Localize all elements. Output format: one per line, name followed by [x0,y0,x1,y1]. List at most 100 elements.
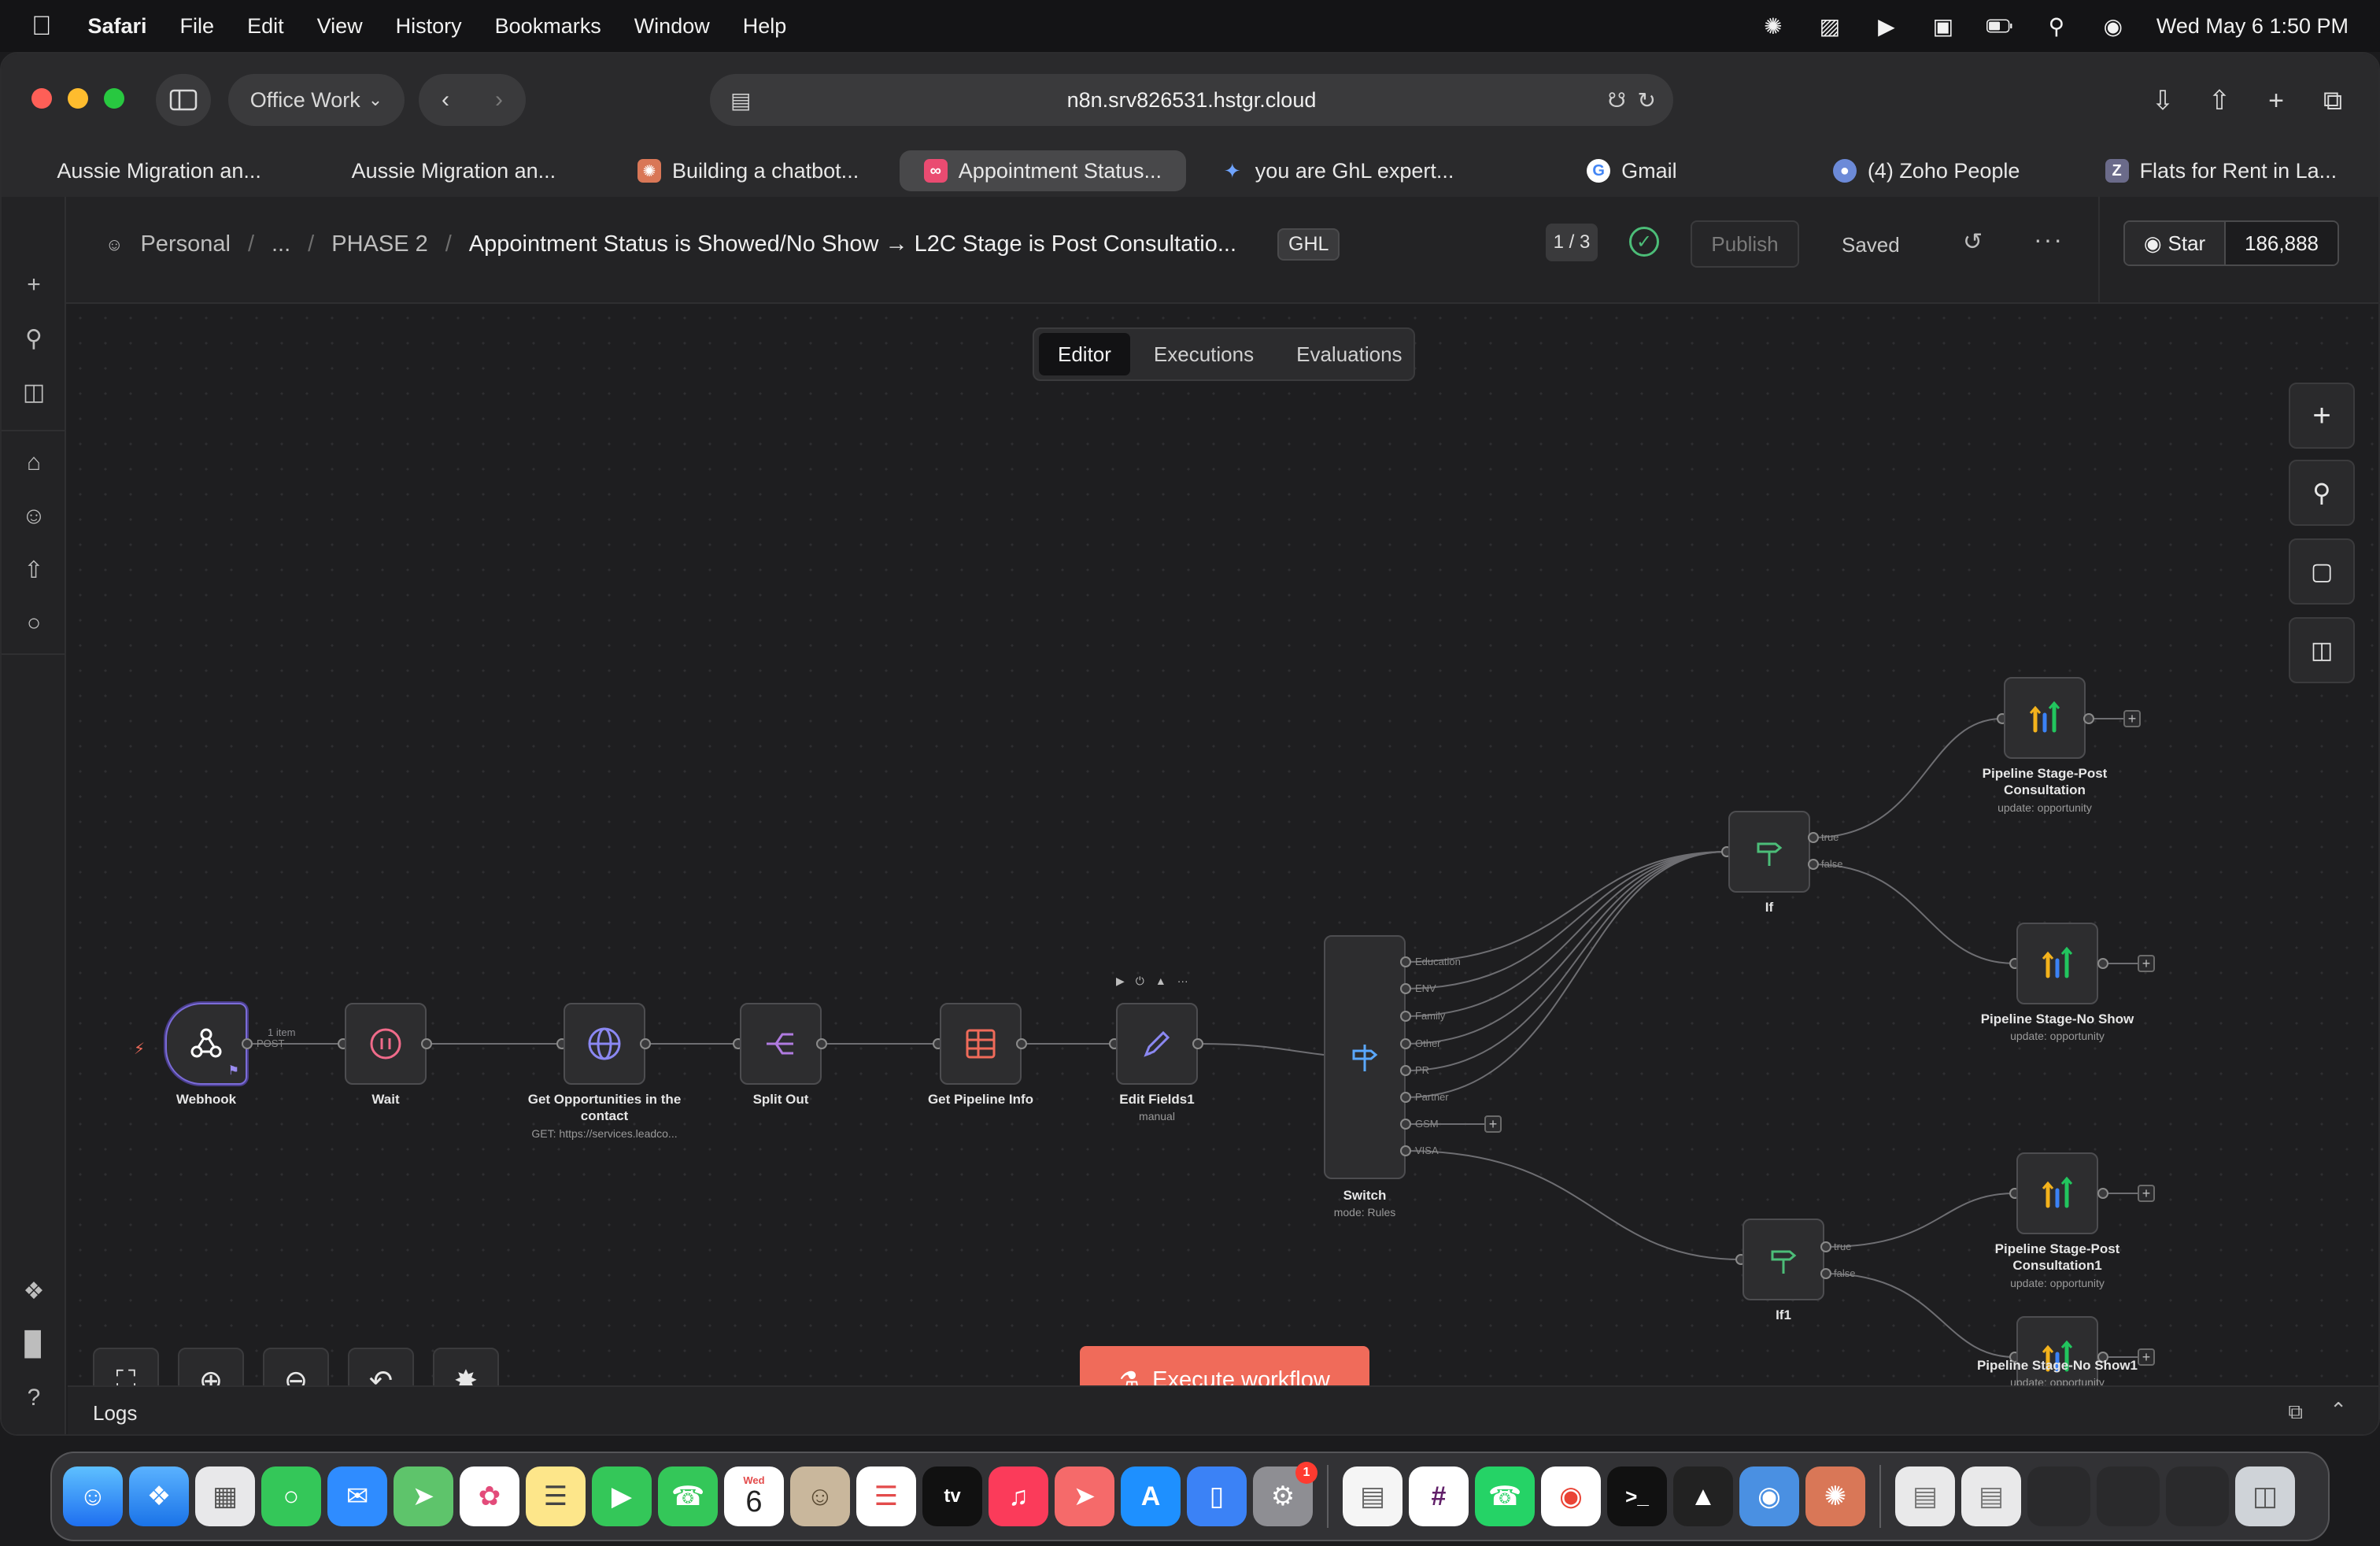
chat-icon[interactable]: ○ [18,608,50,639]
panel-toggle-icon[interactable]: ◫ [2289,617,2355,683]
run-node-icon[interactable]: ▶ [1116,975,1125,988]
claude-icon[interactable]: ✺ [1805,1466,1865,1526]
tab-executions[interactable]: Executions [1135,333,1273,375]
phone-icon[interactable]: ☎ [658,1466,718,1526]
reload-icon[interactable]: ↻ [1638,87,1656,113]
system-settings-icon[interactable]: ⚙ 1 [1253,1462,1318,1526]
switch-output-env[interactable] [1400,983,1411,994]
close-window-button[interactable] [31,88,52,109]
version-indicator[interactable]: 1 / 3 [1546,224,1598,261]
app-store-icon[interactable]: A [1121,1466,1181,1526]
browser-tab[interactable]: Aussie Migration an... [310,150,597,191]
url-text[interactable]: n8n.srv826531.hstgr.cloud [1067,88,1317,113]
terminal-icon[interactable]: >_ [1607,1466,1667,1526]
spark-icon[interactable]: ✺ [1760,13,1787,39]
chrome-icon[interactable]: ◉ [1541,1466,1601,1526]
collapse-sidebar-icon[interactable]: ◫ [18,376,50,408]
new-tab-icon[interactable]: + [2260,85,2292,117]
translate-icon[interactable]: ☋ [1608,88,1626,113]
contacts-icon[interactable]: ☺ [790,1466,850,1526]
add-node-plus-icon[interactable]: + [2138,1185,2155,1202]
if1-node[interactable] [1743,1219,1824,1300]
sticky-note-icon[interactable]: ▢ [2289,538,2355,605]
finder-icon[interactable]: ☺ [63,1466,123,1526]
sidebar-toggle-icon[interactable] [156,74,211,126]
textedit-icon[interactable]: ▤ [1343,1466,1402,1526]
browser-tab-active[interactable]: ∞ Appointment Status... [899,150,1186,191]
webhook-node[interactable]: ⚑ [165,1003,247,1085]
maps-icon[interactable]: ➤ [394,1466,453,1526]
add-icon[interactable]: + [18,269,50,301]
minimize-window-button[interactable] [68,88,88,109]
tab-evaluations[interactable]: Evaluations [1277,333,1421,375]
browser-tab[interactable]: G Gmail [1488,150,1775,191]
export-icon[interactable]: ⇧ [18,554,50,586]
menu-edit[interactable]: Edit [247,14,284,39]
workflow-tag[interactable]: GHL [1277,228,1340,261]
switch-output-education[interactable] [1400,956,1411,967]
browser-tab[interactable]: ✦ you are GhL expert... [1194,150,1480,191]
wait-output-port[interactable] [421,1038,432,1049]
help-icon[interactable]: ? [18,1382,50,1414]
tab-overview-icon[interactable]: ⧉ [2317,85,2349,117]
edit-fields-node[interactable] [1116,1003,1198,1085]
mail-icon[interactable]: ✉ [327,1466,387,1526]
home-icon[interactable]: ⌂ [18,447,50,479]
window-thumbnail[interactable] [2027,1466,2090,1526]
workflow-title[interactable]: Appointment Status is Showed/No Show → L… [469,231,1236,257]
whatsapp-icon[interactable]: ☎ [1475,1466,1535,1526]
messages-icon[interactable]: ○ [261,1466,321,1526]
search-icon[interactable]: ⚲ [18,323,50,354]
spotlight-search-icon[interactable]: ⚲ [2043,13,2070,39]
bot-icon[interactable]: ◉ [1739,1466,1799,1526]
menu-bookmarks[interactable]: Bookmarks [495,14,601,39]
screen-share-icon[interactable]: ▣ [1930,13,1957,39]
switch-output-pr[interactable] [1400,1065,1411,1076]
launchpad-icon[interactable]: ▦ [195,1466,255,1526]
splitout-output-port[interactable] [816,1038,827,1049]
apple-tv-icon[interactable]: tv [922,1466,982,1526]
slack-icon[interactable]: # [1409,1466,1469,1526]
window-thumbnail[interactable] [2166,1466,2229,1526]
cursor-icon[interactable]: ▲ [1673,1466,1733,1526]
browser-tab[interactable]: ● (4) Zoho People [1783,150,2070,191]
downloads-icon[interactable]: ⇩ [2147,85,2179,117]
breadcrumb-folder[interactable]: PHASE 2 [331,231,428,257]
window-thumbnail[interactable] [2097,1466,2160,1526]
control-center-icon[interactable]: ◉ [2100,13,2127,39]
templates-icon[interactable]: ❖ [18,1275,50,1307]
photos-icon[interactable]: ✿ [460,1466,519,1526]
switch-output-family[interactable] [1400,1011,1411,1022]
add-node-plus-icon[interactable]: + [2138,955,2155,972]
downloads-stack-icon[interactable]: ▤ [1961,1466,2021,1526]
menubar-clock[interactable]: Wed May 6 1:50 PM [2156,14,2349,39]
p3-output-port[interactable] [2097,1188,2108,1199]
if-node[interactable] [1728,811,1810,893]
publish-button[interactable]: Publish [1691,220,1799,268]
more-options-icon[interactable]: ··· [2034,225,2064,254]
battery-icon[interactable] [1986,13,2013,39]
pipeline-output-port[interactable] [1016,1038,1027,1049]
webhook-output-port[interactable] [242,1038,253,1049]
insights-icon[interactable]: ▉ [18,1329,50,1360]
menu-help[interactable]: Help [743,14,787,39]
pipeline-stage-no-show-node[interactable] [2016,923,2098,1004]
github-star-count[interactable]: 186,888 [2226,222,2338,264]
back-icon[interactable]: ‹ [442,87,449,113]
add-node-button[interactable]: + [2289,383,2355,449]
facetime-icon[interactable]: ▶ [592,1466,652,1526]
browser-tab[interactable]: Z Flats for Rent in La... [2078,150,2364,191]
reminders-icon[interactable]: ☰ [856,1466,916,1526]
play-circle-icon[interactable]: ▶ [1873,13,1900,39]
if-false-port[interactable] [1808,859,1819,870]
documents-stack-icon[interactable]: ▤ [1895,1466,1955,1526]
browser-tab[interactable]: ✺ Building a chatbot... [605,150,892,191]
cube-icon[interactable]: ▨ [1816,13,1843,39]
address-bar[interactable]: ▤ n8n.srv826531.hstgr.cloud ☋ ↻ [710,74,1673,126]
forward-icon[interactable]: › [495,87,503,113]
rocket-icon[interactable]: ➤ [1055,1466,1114,1526]
menu-window[interactable]: Window [634,14,710,39]
menu-history[interactable]: History [396,14,462,39]
delete-icon[interactable]: ▲ [1155,975,1166,988]
get-pipeline-info-node[interactable] [940,1003,1022,1085]
